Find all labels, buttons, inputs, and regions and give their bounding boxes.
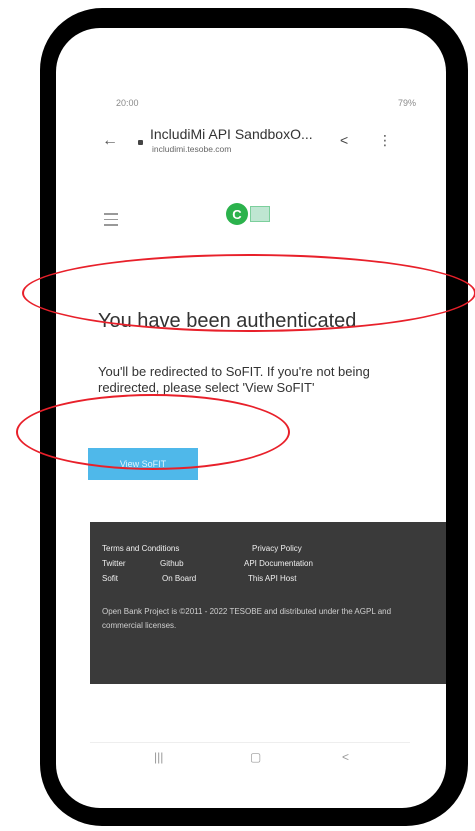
nav-back-icon[interactable]: < bbox=[342, 750, 349, 764]
status-time: 20:00 bbox=[116, 98, 139, 108]
redirect-message: You'll be redirected to SoFIT. If you're… bbox=[98, 364, 370, 395]
footer-link-api-host[interactable]: This API Host bbox=[248, 574, 296, 583]
annotation-ellipse-button bbox=[16, 394, 290, 470]
annotation-ellipse-heading bbox=[22, 254, 475, 332]
page-title[interactable]: IncludiMi API SandboxO... bbox=[150, 126, 313, 142]
footer-copyright: Open Bank Project is ©2011 - 2022 TESOBE… bbox=[102, 607, 392, 630]
lock-icon bbox=[138, 140, 143, 145]
footer-link-github[interactable]: Github bbox=[160, 559, 184, 568]
footer-link-terms[interactable]: Terms and Conditions bbox=[102, 544, 179, 553]
home-icon[interactable]: ▢ bbox=[250, 750, 261, 764]
hamburger-menu-icon[interactable] bbox=[104, 213, 118, 230]
share-icon[interactable]: < bbox=[340, 132, 348, 148]
status-battery: 79% bbox=[397, 98, 416, 108]
site-logo[interactable]: C bbox=[226, 203, 270, 225]
more-menu-icon[interactable]: ⋮ bbox=[378, 132, 392, 149]
footer-link-sofit[interactable]: Sofit bbox=[102, 574, 118, 583]
back-arrow-icon[interactable]: ← bbox=[102, 132, 118, 150]
footer-link-privacy[interactable]: Privacy Policy bbox=[252, 544, 302, 553]
page-url[interactable]: includimi.tesobe.com bbox=[152, 144, 231, 154]
nav-divider bbox=[90, 742, 410, 743]
site-footer: Terms and Conditions Privacy Policy Twit… bbox=[90, 522, 446, 684]
logo-c-icon: C bbox=[226, 203, 248, 225]
footer-link-twitter[interactable]: Twitter bbox=[102, 559, 126, 568]
recents-icon[interactable]: ||| bbox=[154, 750, 163, 764]
footer-link-on-board[interactable]: On Board bbox=[162, 574, 196, 583]
footer-link-api-docs[interactable]: API Documentation bbox=[244, 559, 313, 568]
logo-box-icon bbox=[250, 206, 270, 222]
